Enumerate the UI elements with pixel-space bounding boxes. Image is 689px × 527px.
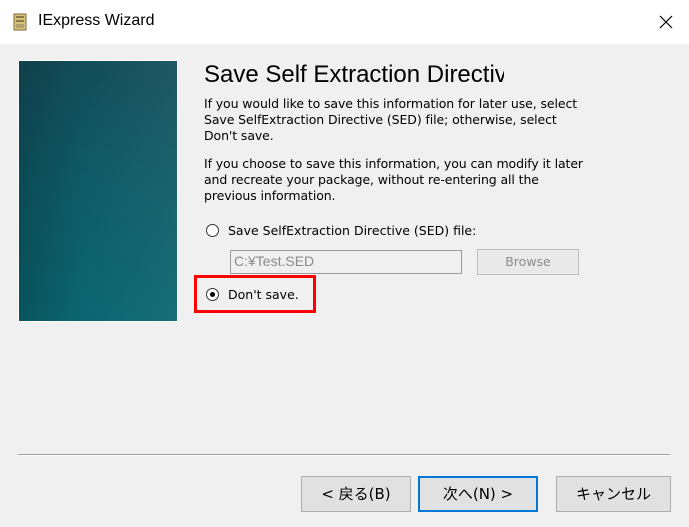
window-title: IExpress Wizard <box>38 12 155 29</box>
save-sed-option[interactable]: Save SelfExtraction Directive (SED) file… <box>206 220 476 240</box>
close-icon <box>659 15 673 29</box>
close-button[interactable] <box>643 0 689 44</box>
iexpress-app-icon <box>13 13 27 31</box>
footer-separator-highlight <box>18 455 670 456</box>
save-sed-radio[interactable] <box>206 223 219 237</box>
instruction-paragraph-1: If you would like to save this informati… <box>204 96 578 143</box>
save-sed-label: Save SelfExtraction Directive (SED) file… <box>228 222 477 238</box>
highlight-box <box>194 275 316 313</box>
title-bar: IExpress Wizard <box>0 0 689 44</box>
page-heading: Save Self Extraction Directive <box>204 61 504 88</box>
instruction-paragraph-2: If you choose to save this information, … <box>204 156 583 203</box>
back-button[interactable]: < 戻る(B) <box>301 476 411 512</box>
cancel-button[interactable]: キャンセル <box>556 476 671 512</box>
sed-path-input: C:¥Test.SED <box>230 250 462 274</box>
banner-shade <box>19 61 177 321</box>
next-button[interactable]: 次へ(N) > <box>418 476 538 512</box>
wizard-banner-image <box>18 60 178 322</box>
browse-button: Browse <box>477 249 579 275</box>
